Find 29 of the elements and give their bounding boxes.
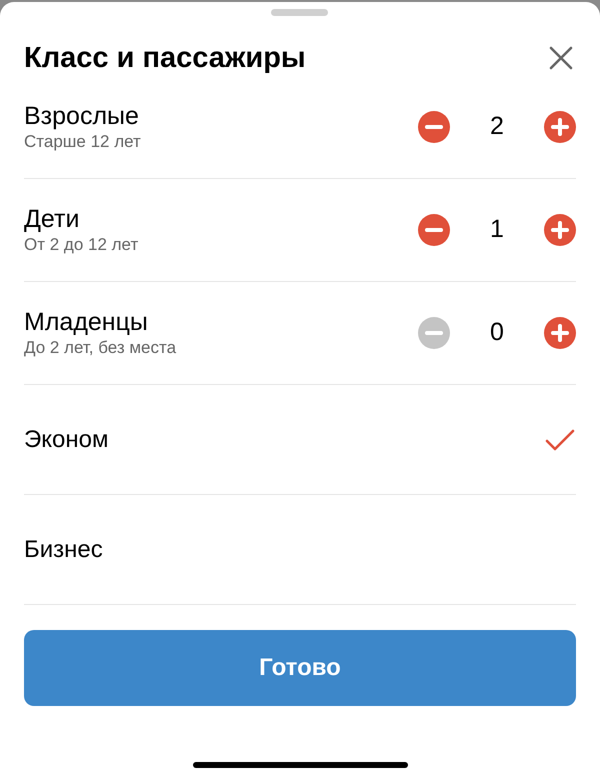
passenger-type-label: Младенцы xyxy=(24,307,149,337)
age-hint: Старше 12 лет xyxy=(24,131,142,153)
plus-button[interactable] xyxy=(544,317,576,349)
plus-icon xyxy=(551,118,569,136)
plus-icon xyxy=(551,221,569,239)
passenger-count: 0 xyxy=(489,317,505,348)
drag-handle[interactable] xyxy=(271,9,328,16)
minus-button[interactable] xyxy=(418,214,450,246)
class-label: Бизнес xyxy=(24,534,103,564)
done-button[interactable]: Готово xyxy=(24,630,576,706)
sheet-title: Класс и пассажиры xyxy=(24,41,306,76)
class-option[interactable]: Эконом xyxy=(24,385,576,495)
close-button[interactable] xyxy=(548,45,574,71)
age-hint: От 2 до 12 лет xyxy=(24,234,140,256)
plus-button[interactable] xyxy=(544,111,576,143)
age-hint: До 2 лет, без места xyxy=(24,337,178,359)
minus-button[interactable] xyxy=(418,111,450,143)
minus-icon xyxy=(425,228,443,232)
minus-icon xyxy=(425,125,443,129)
passenger-count: 2 xyxy=(489,111,505,142)
minus-icon xyxy=(425,331,443,335)
class-option[interactable]: Бизнес xyxy=(24,495,576,605)
passenger-count: 1 xyxy=(489,214,505,246)
plus-icon xyxy=(551,324,569,342)
plus-button[interactable] xyxy=(544,214,576,246)
passenger-type-label: Дети xyxy=(24,204,80,234)
passenger-type-label: Взрослые xyxy=(24,101,140,131)
close-icon xyxy=(549,46,573,70)
class-label: Эконом xyxy=(24,424,108,454)
